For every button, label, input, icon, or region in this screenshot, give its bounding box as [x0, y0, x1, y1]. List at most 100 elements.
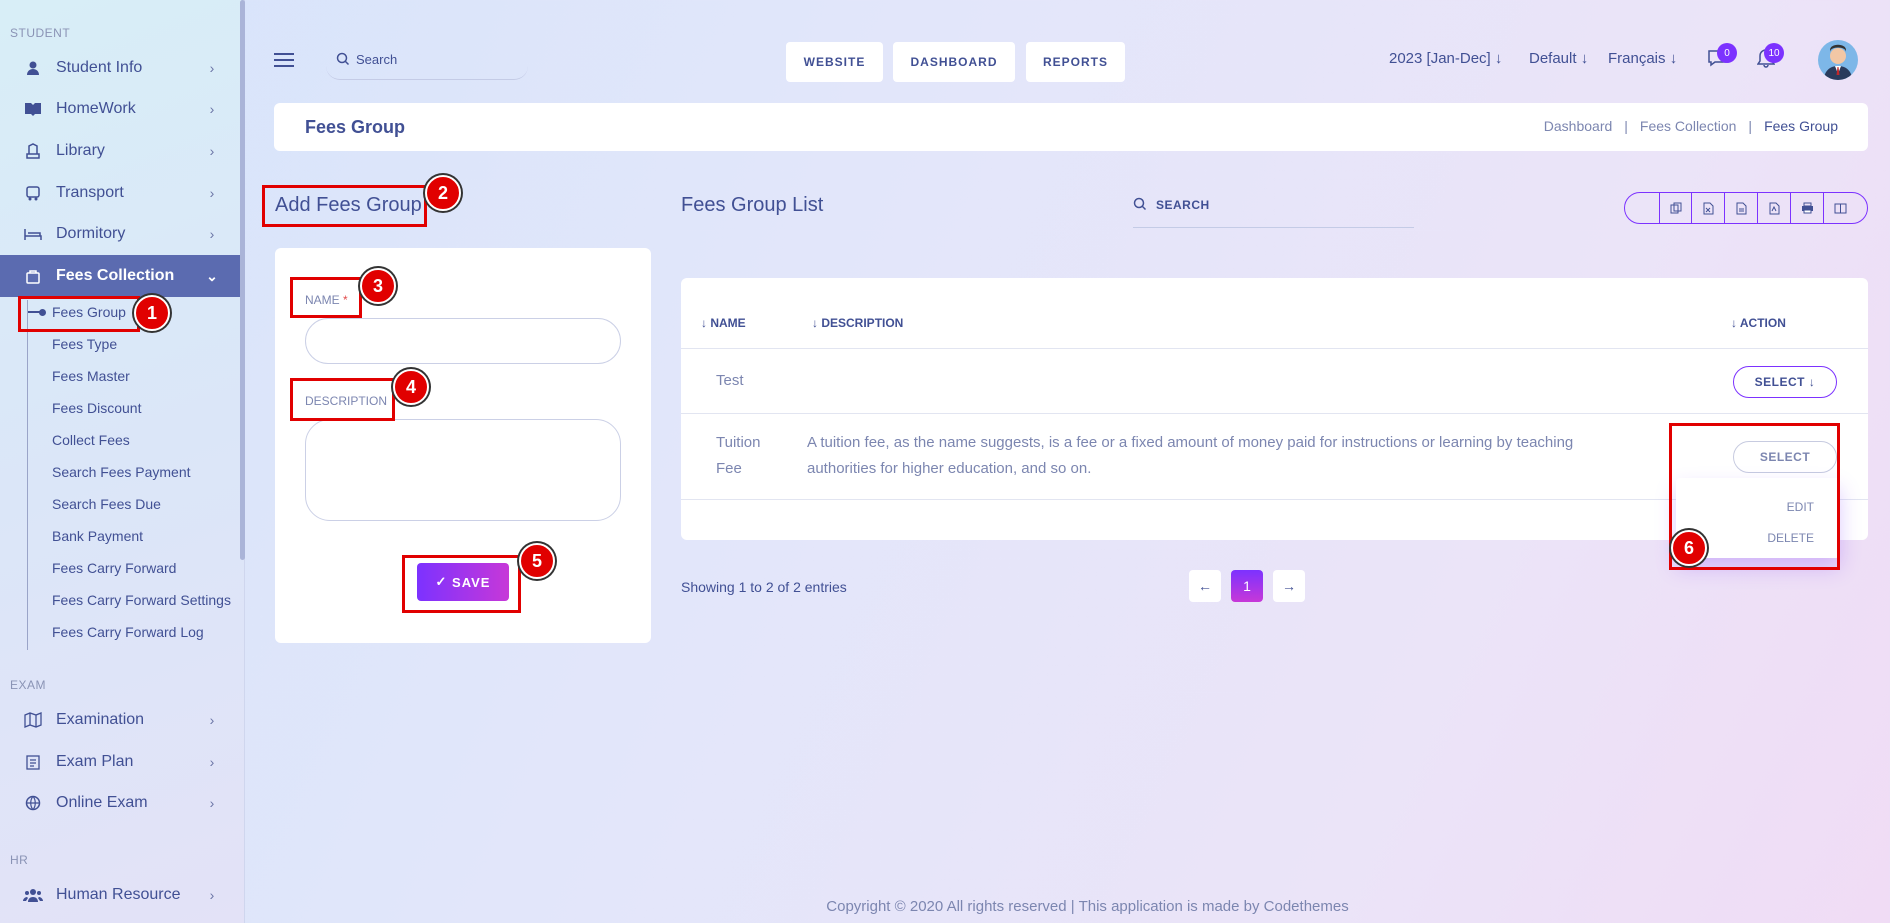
columns-icon[interactable] — [1824, 193, 1857, 223]
excel-icon[interactable] — [1692, 193, 1725, 223]
sidebar-scrollbar[interactable] — [240, 0, 245, 560]
sidebar-item-student-info[interactable]: Student Info › — [0, 47, 240, 89]
pdf-icon[interactable] — [1758, 193, 1791, 223]
breadcrumb-separator: | — [1748, 118, 1753, 134]
copy-icon[interactable] — [1659, 193, 1692, 223]
row-name: Test — [716, 372, 744, 389]
sidebar-item-label: Dormitory — [56, 225, 126, 242]
name-input[interactable] — [305, 318, 621, 364]
prev-page-button[interactable]: ← — [1189, 570, 1221, 602]
column-header-action[interactable]: ↓ ACTION — [1731, 316, 1786, 330]
chevron-right-icon: › — [209, 101, 215, 117]
sort-icon: ↓ — [701, 316, 707, 330]
breadcrumb-separator: | — [1624, 118, 1628, 134]
search-input[interactable]: Search — [356, 52, 397, 67]
website-button[interactable]: WEBSITE — [786, 42, 883, 82]
print-icon[interactable] — [1791, 193, 1824, 223]
sidebar-item-label: Examination — [56, 711, 145, 728]
library-icon — [22, 140, 44, 162]
row-name: Tuition Fee — [716, 434, 761, 477]
annotation-marker-1: 1 — [134, 295, 170, 331]
sidebar-subitem-fees-carry-forward[interactable]: Fees Carry Forward — [52, 560, 176, 576]
footer-copyright: Copyright © 2020 All rights reserved | T… — [826, 898, 1349, 915]
annotation-marker-6: 6 — [1671, 530, 1707, 566]
bus-icon — [22, 182, 44, 204]
sidebar-subitem-collect-fees[interactable]: Collect Fees — [52, 432, 130, 448]
fees-icon — [22, 265, 44, 287]
search-icon — [336, 52, 350, 71]
highlight-box-5 — [402, 555, 521, 613]
row-description: A tuition fee, as the name suggests, is … — [807, 434, 1574, 477]
chat-count-badge: 0 — [1717, 43, 1737, 63]
chevron-right-icon: › — [209, 795, 215, 811]
sidebar-item-fees-collection[interactable]: Fees Collection ⌄ — [0, 255, 240, 297]
dashboard-button[interactable]: DASHBOARD — [893, 42, 1015, 82]
fees-group-list-title: Fees Group List — [681, 194, 824, 216]
column-header-description[interactable]: ↓ DESCRIPTION — [812, 316, 903, 330]
notification-count-badge: 10 — [1764, 43, 1784, 63]
globe-icon — [22, 792, 44, 814]
chevron-down-icon: ⌄ — [206, 267, 218, 284]
annotation-marker-3: 3 — [360, 268, 396, 304]
chevron-right-icon: › — [209, 143, 215, 159]
chevron-right-icon: › — [209, 754, 215, 770]
session-select[interactable]: 2023 [Jan-Dec] ↓ — [1389, 50, 1502, 67]
sidebar-subitem-search-fees-due[interactable]: Search Fees Due — [52, 496, 161, 512]
sidebar-subitem-fees-discount[interactable]: Fees Discount — [52, 400, 141, 416]
page-title: Fees Group — [305, 117, 406, 137]
section-title-exam: EXAM — [10, 678, 47, 692]
avatar[interactable] — [1818, 40, 1858, 80]
row-select-button[interactable]: SELECT ↓ — [1733, 366, 1837, 398]
breadcrumb-dashboard[interactable]: Dashboard — [1544, 118, 1613, 134]
sidebar-item-label: HomeWork — [56, 100, 136, 117]
chevron-right-icon: › — [209, 185, 215, 201]
csv-icon[interactable] — [1725, 193, 1758, 223]
table-info: Showing 1 to 2 of 2 entries — [681, 579, 847, 595]
annotation-marker-4: 4 — [393, 369, 429, 405]
sidebar-item-library[interactable]: Library › — [0, 130, 240, 172]
book-icon — [22, 98, 44, 120]
page-1-button[interactable]: 1 — [1231, 570, 1263, 602]
sort-icon: ↓ — [1731, 316, 1737, 330]
highlight-box-4 — [290, 378, 395, 421]
divider — [681, 348, 1868, 349]
section-title-student: STUDENT — [10, 26, 71, 40]
hamburger-menu-icon[interactable] — [274, 52, 294, 70]
arrow-down-icon: ↓ — [1494, 50, 1503, 67]
column-header-name[interactable]: ↓ NAME — [701, 316, 746, 330]
sidebar-item-label: Fees Collection — [56, 267, 175, 284]
section-title-hr: HR — [10, 853, 29, 867]
sidebar-subitem-fees-type[interactable]: Fees Type — [52, 336, 117, 352]
sidebar-item-exam-plan[interactable]: Exam Plan › — [0, 741, 240, 783]
next-page-button[interactable]: → — [1273, 570, 1305, 602]
sidebar-subitem-search-fees-payment[interactable]: Search Fees Payment — [52, 464, 191, 480]
sidebar-item-examination[interactable]: Examination › — [0, 699, 240, 741]
sidebar-item-online-exam[interactable]: Online Exam › — [0, 782, 240, 824]
sidebar-subitem-fees-master[interactable]: Fees Master — [52, 368, 130, 384]
user-icon — [22, 57, 44, 79]
description-textarea[interactable] — [305, 419, 621, 521]
highlight-box-3 — [290, 277, 362, 318]
breadcrumb: Dashboard | Fees Collection | Fees Group — [1544, 118, 1838, 134]
sidebar-subitem-fees-carry-forward-settings[interactable]: Fees Carry Forward Settings — [52, 592, 231, 608]
theme-select[interactable]: Default ↓ — [1529, 50, 1588, 67]
sidebar-item-homework[interactable]: HomeWork › — [0, 88, 240, 130]
arrow-down-icon: ↓ — [1808, 375, 1816, 389]
reports-button[interactable]: REPORTS — [1026, 42, 1125, 82]
search-box[interactable]: Search — [326, 44, 528, 80]
sidebar-item-dormitory[interactable]: Dormitory › — [0, 213, 240, 255]
sidebar-subitem-fees-carry-forward-log[interactable]: Fees Carry Forward Log — [52, 624, 204, 640]
language-select[interactable]: Français ↓ — [1608, 50, 1677, 67]
theme-value: Default — [1529, 50, 1577, 67]
session-value: 2023 [Jan-Dec] — [1389, 50, 1491, 67]
highlight-box-1 — [18, 296, 140, 332]
list-search-input[interactable]: SEARCH — [1156, 198, 1210, 212]
clipboard-icon — [22, 751, 44, 773]
highlight-box-2 — [262, 185, 427, 227]
chevron-right-icon: › — [209, 712, 215, 728]
breadcrumb-fees-collection[interactable]: Fees Collection — [1640, 118, 1737, 134]
sidebar-subitem-bank-payment[interactable]: Bank Payment — [52, 528, 143, 544]
sidebar-item-transport[interactable]: Transport › — [0, 172, 240, 214]
list-search-box[interactable]: SEARCH — [1133, 194, 1414, 228]
bed-icon — [22, 223, 44, 245]
